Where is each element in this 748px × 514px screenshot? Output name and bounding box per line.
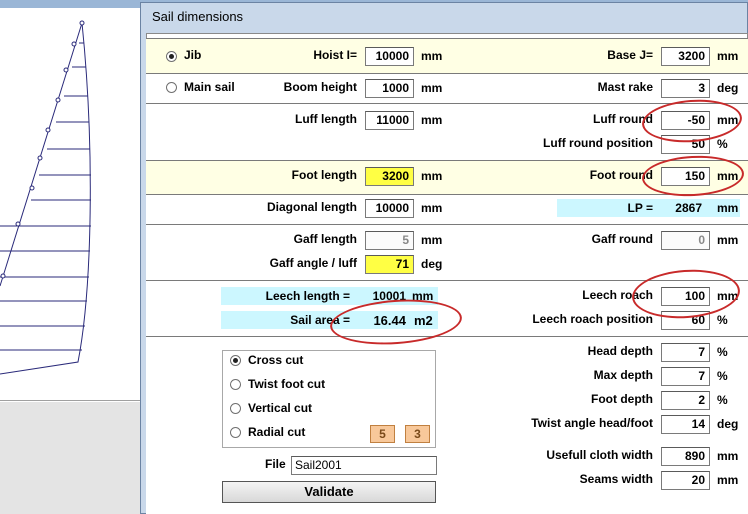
luff-length-input[interactable]: 11000 <box>365 111 414 130</box>
hoist-label: Hoist I= <box>313 48 357 62</box>
foot-round-label: Foot round <box>589 168 653 182</box>
jib-label: Jib <box>184 48 202 62</box>
radial-cut-radio[interactable] <box>230 427 241 438</box>
seams-width-unit: mm <box>717 473 739 487</box>
lp-label: LP = <box>627 201 653 215</box>
diagonal-length-label: Diagonal length <box>267 200 357 214</box>
seams-width-label: Seams width <box>579 472 653 486</box>
vertical-cut-label: Vertical cut <box>248 401 313 415</box>
cross-cut-label: Cross cut <box>248 353 304 367</box>
luff-length-label: Luff length <box>295 112 357 126</box>
mast-rake-unit: deg <box>717 81 739 95</box>
usefull-cloth-width-input[interactable]: 890 <box>661 447 710 466</box>
gaff-round-unit: mm <box>717 233 739 247</box>
gaff-length-unit: mm <box>421 233 443 247</box>
boom-height-label: Boom height <box>283 80 357 94</box>
gaff-angle-unit: deg <box>421 257 443 271</box>
row-gaff <box>146 224 748 280</box>
radial-count-b[interactable]: 3 <box>405 425 430 443</box>
max-depth-label: Max depth <box>593 368 653 382</box>
base-unit: mm <box>717 49 739 63</box>
validate-button[interactable]: Validate <box>222 481 436 503</box>
row-jib <box>146 38 748 73</box>
foot-depth-unit: % <box>717 393 728 407</box>
gaff-length-label: Gaff length <box>293 232 357 246</box>
leech-length-label: Leech length = <box>265 289 350 303</box>
cross-cut-radio[interactable] <box>230 355 241 366</box>
hoist-unit: mm <box>421 49 443 63</box>
luff-round-position-label: Luff round position <box>543 136 653 150</box>
radial-cut-label: Radial cut <box>248 425 306 439</box>
radial-count-a[interactable]: 5 <box>370 425 395 443</box>
lp-value: 2867 <box>675 201 702 215</box>
row-main-sail <box>146 73 748 103</box>
canvas-border <box>0 400 145 401</box>
leech-roach-position-label: Leech roach position <box>532 312 653 326</box>
gaff-length-input[interactable]: 5 <box>365 231 414 250</box>
foot-length-unit: mm <box>421 169 443 183</box>
twist-angle-label: Twist angle head/foot <box>531 416 653 430</box>
head-depth-input[interactable]: 7 <box>661 343 710 362</box>
foot-depth-label: Foot depth <box>591 392 653 406</box>
file-label: File <box>265 457 286 471</box>
luff-round-position-unit: % <box>717 137 728 151</box>
background-panel <box>0 402 145 514</box>
jib-radio[interactable] <box>166 51 177 62</box>
foot-length-input[interactable]: 3200 <box>365 167 414 186</box>
base-input[interactable]: 3200 <box>661 47 710 66</box>
gaff-round-input[interactable]: 0 <box>661 231 710 250</box>
main-sail-label: Main sail <box>184 80 235 94</box>
foot-length-label: Foot length <box>291 168 357 182</box>
foot-depth-input[interactable]: 2 <box>661 391 710 410</box>
luff-round-label: Luff round <box>593 112 653 126</box>
twist-foot-cut-radio[interactable] <box>230 379 241 390</box>
usefull-cloth-width-unit: mm <box>717 449 739 463</box>
diagonal-length-unit: mm <box>421 201 443 215</box>
mast-rake-input[interactable]: 3 <box>661 79 710 98</box>
lp-unit: mm <box>717 201 739 215</box>
twist-angle-unit: deg <box>717 417 739 431</box>
sail-drawing-canvas <box>0 0 145 402</box>
twist-angle-input[interactable]: 14 <box>661 415 710 434</box>
twist-foot-cut-label: Twist foot cut <box>248 377 326 391</box>
head-depth-unit: % <box>717 345 728 359</box>
gaff-round-label: Gaff round <box>591 232 653 246</box>
diagonal-length-input[interactable]: 10000 <box>365 199 414 218</box>
usefull-cloth-width-label: Usefull cloth width <box>546 448 653 462</box>
max-depth-input[interactable]: 7 <box>661 367 710 386</box>
main-sail-radio[interactable] <box>166 82 177 93</box>
head-depth-label: Head depth <box>587 344 653 358</box>
vertical-cut-radio[interactable] <box>230 403 241 414</box>
luff-length-unit: mm <box>421 113 443 127</box>
hoist-input[interactable]: 10000 <box>365 47 414 66</box>
gaff-angle-input[interactable]: 71 <box>365 255 414 274</box>
mast-rake-label: Mast rake <box>597 80 653 94</box>
seams-width-input[interactable]: 20 <box>661 471 710 490</box>
base-label: Base J= <box>607 48 653 62</box>
boom-height-input[interactable]: 1000 <box>365 79 414 98</box>
sail-drawing <box>0 20 91 375</box>
file-input[interactable]: Sail2001 <box>291 456 437 475</box>
window-title: Sail dimensions <box>152 9 244 24</box>
max-depth-unit: % <box>717 369 728 383</box>
gaff-angle-label: Gaff angle / luff <box>269 256 357 270</box>
boom-height-unit: mm <box>421 81 443 95</box>
leech-roach-position-unit: % <box>717 313 728 327</box>
